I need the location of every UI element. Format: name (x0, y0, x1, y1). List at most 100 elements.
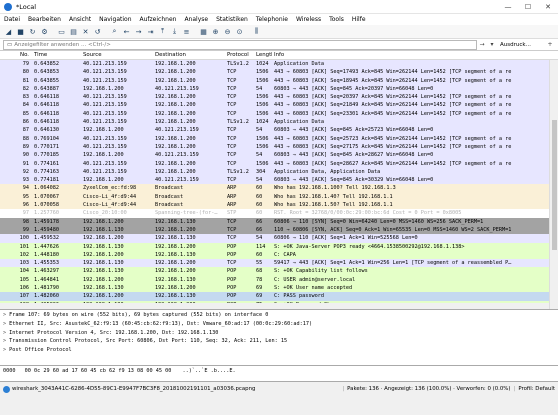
expand-arrow-icon[interactable]: > (3, 312, 6, 318)
menu-bearbeiten[interactable]: Bearbeiten (28, 16, 61, 23)
open-folder-icon[interactable]: ▭ (56, 27, 67, 37)
menu-wireless[interactable]: Wireless (296, 16, 321, 23)
packet-row[interactable]: 88 0.769104 40.121.213.159 192.168.1.200 TCP… (0, 134, 558, 143)
menu-ansicht[interactable]: Ansicht (69, 16, 91, 23)
back-icon[interactable]: ← (121, 27, 132, 37)
packet-no: 85 (22, 110, 29, 117)
menu-statistiken[interactable]: Statistiken (216, 16, 248, 23)
packet-row[interactable]: 91 0.774161 40.121.213.159 192.168.1.200 TCP… (0, 159, 558, 168)
menu-telephonie[interactable]: Telephonie (256, 16, 288, 23)
capture-status-icon[interactable] (3, 385, 10, 393)
col-header-length[interactable]: Length (254, 51, 272, 59)
find-icon[interactable]: ⌕ (109, 27, 120, 37)
packet-row[interactable]: 101 1.447626 192.168.1.130 192.168.1.200 POP… (0, 242, 558, 251)
shark-fin-icon[interactable]: ◢ (3, 27, 14, 37)
save-icon[interactable]: ▤ (68, 27, 79, 37)
packet-row[interactable]: 94 1.064082 ZyxelCom_ec:fd:98 Broadcast ARP 6… (0, 184, 558, 193)
packet-row[interactable]: 89 0.770171 40.121.213.159 192.168.1.200 TCP… (0, 142, 558, 152)
add-filter-button[interactable]: + (545, 41, 555, 48)
menu-aufzeichnen[interactable]: Aufzeichnen (140, 16, 177, 23)
restart-icon[interactable]: ↻ (27, 27, 38, 37)
options-gear-icon[interactable]: ⚙ (39, 27, 50, 37)
apply-filter-icon[interactable]: → (477, 41, 487, 48)
packet-row[interactable]: 103 1.455353 192.168.1.130 192.168.1.200 TCP… (0, 259, 558, 268)
bytes-ascii[interactable]: ..)`..`E .b....E. (183, 368, 236, 374)
close-window-icon[interactable]: ✕ (538, 3, 558, 11)
packet-row[interactable]: 87 0.646130 192.168.1.200 40.121.213.159 TCP… (0, 126, 558, 135)
packet-row[interactable]: 1091.496065192.168.1.200192.168.1.130POP… (0, 308, 558, 309)
menu-tools[interactable]: Tools (329, 16, 344, 23)
menu-bar: Datei Bearbeiten Ansicht Navigation Aufz… (0, 14, 558, 25)
detail-tree-item[interactable]: > Ethernet II, Src: AsustekC_62:f9:13 (60… (0, 320, 558, 329)
packet-row[interactable]: 80 0.643853 40.121.213.159 192.168.1.200 TCP… (0, 68, 558, 77)
expand-arrow-icon[interactable]: > (3, 321, 6, 327)
reload-icon[interactable]: ↺ (92, 27, 103, 37)
packet-row[interactable]: 82 0.643887 192.168.1.200 40.121.213.159 TCP… (0, 84, 558, 94)
packet-row[interactable]: 106 1.481790 192.168.1.130 192.168.1.200 POP… (0, 284, 558, 293)
detail-tree-item[interactable]: > Frame 107: 69 bytes on wire (552 bits),… (0, 311, 558, 320)
menu-hilfe[interactable]: Hilfe (352, 16, 366, 23)
packet-row[interactable]: 81 0.643855 40.121.213.159 192.168.1.200 TCP… (0, 76, 558, 85)
packet-row[interactable]: 99 1.459480 192.168.1.130 192.168.1.200 TCP 6… (0, 225, 558, 235)
maximize-icon[interactable]: ☐ (518, 3, 538, 11)
packet-row[interactable]: 79 0.643852 40.121.213.159 192.168.1.200 TLS… (0, 60, 558, 69)
detail-tree-item[interactable]: > Transmission Control Protocol, Src Port… (0, 337, 558, 346)
expand-arrow-icon[interactable]: > (3, 338, 6, 344)
packet-row[interactable]: 102 1.448180 192.168.1.200 192.168.1.130 POP… (0, 250, 558, 260)
packet-row[interactable]: 92 0.774163 40.121.213.159 192.168.1.200 TLS… (0, 167, 558, 177)
bytes-hex[interactable]: 00 0c 29 60 ad 17 60 45 cb 62 f9 13 08 0… (25, 368, 172, 374)
colorize-icon[interactable]: ▦ (198, 27, 209, 37)
menu-datei[interactable]: Datei (4, 16, 20, 23)
packet-row[interactable]: 96 1.070058 Cisco-Li_4f:d9:44 Broadcast ARP 6… (0, 201, 558, 210)
packet-row[interactable]: 100 1.459532 192.168.1.200 192.168.1.130 TCP… (0, 234, 558, 243)
packet-row[interactable]: 83 0.646118 40.121.213.159 192.168.1.200 TCP… (0, 93, 558, 102)
packet-row[interactable]: 93 0.774181 192.168.1.200 40.121.213.159 TCP… (0, 176, 558, 185)
minimize-icon[interactable]: — (498, 3, 518, 11)
packet-row[interactable]: 86 0.646118 40.121.213.159 192.168.1.200 TLS… (0, 118, 558, 127)
packet-row[interactable]: 84 0.646118 40.121.213.159 192.168.1.200 TCP… (0, 101, 558, 110)
status-profile[interactable]: Profil: Default (518, 386, 555, 392)
goto-icon[interactable]: ⇥ (145, 27, 156, 37)
col-header-info[interactable]: Info (272, 51, 558, 59)
col-header-time[interactable]: Time (32, 51, 81, 59)
detail-tree-item[interactable]: > Internet Protocol Version 4, Src: 192.1… (0, 329, 558, 338)
packet-row[interactable]: 90 0.770185 192.168.1.200 40.121.213.159 TCP… (0, 151, 558, 160)
bookmark-icon[interactable]: ▭ (7, 42, 12, 48)
packet-row[interactable]: 107 1.482060 192.168.1.200 192.168.1.130 POP… (0, 292, 558, 301)
stop-icon[interactable]: ■ (15, 27, 26, 37)
col-header-destination[interactable]: Destination (153, 51, 225, 59)
display-filter-input[interactable]: ▭ Anzeigefilter anwenden ... <Ctrl-/> (3, 39, 477, 50)
menu-navigation[interactable]: Navigation (99, 16, 131, 23)
menu-analyse[interactable]: Analyse (184, 16, 208, 23)
detail-tree-item[interactable]: > Post Office Protocol (0, 346, 558, 355)
packet-row[interactable]: 95 1.070067 Cisco-Li_4f:d9:44 Broadcast ARP 6… (0, 192, 558, 202)
col-header-protocol[interactable]: Protocol (225, 51, 254, 59)
expand-arrow-icon[interactable]: > (3, 330, 6, 336)
first-icon[interactable]: ⤒ (157, 27, 168, 37)
zoom-in-icon[interactable]: ⊕ (210, 27, 221, 37)
packet-time: 0.643852 (34, 61, 59, 67)
resize-columns-icon[interactable]: ⫼ (251, 27, 262, 37)
autoscroll-icon[interactable]: ≡ (181, 27, 192, 37)
packet-source: 192.168.1.130 (83, 268, 124, 275)
packet-bytes: 0000 00 0c 29 60 ad 17 60 45 cb 62 f9 13… (0, 366, 558, 382)
close-file-icon[interactable]: ✕ (80, 27, 91, 37)
last-icon[interactable]: ⤓ (169, 27, 180, 37)
zoom-out-icon[interactable]: ⊖ (222, 27, 233, 37)
col-header-no[interactable]: No. (0, 51, 32, 59)
col-header-source[interactable]: Source (81, 51, 153, 59)
packet-row[interactable]: 85 0.646118 40.121.213.159 192.168.1.200 TCP… (0, 109, 558, 119)
packet-row[interactable]: 97 1.257760 Cisco_20:10:00 Spanning-tree-(f… (0, 209, 558, 218)
packet-list-vscroll[interactable] (549, 60, 558, 309)
packet-row[interactable]: 98 1.459178 192.168.1.200 192.168.1.130 TCP 6… (0, 217, 558, 226)
scroll-thumb[interactable] (552, 120, 557, 250)
packet-row[interactable]: 104 1.463297 192.168.1.130 192.168.1.200 POP… (0, 267, 558, 276)
packet-protocol: TCP (227, 77, 237, 84)
expand-arrow-icon[interactable]: > (3, 347, 6, 353)
filter-dropdown-icon[interactable]: ▾ (487, 41, 497, 48)
packet-row[interactable]: 105 1.464841 192.168.1.200 192.168.1.130 POP… (0, 275, 558, 285)
forward-icon[interactable]: → (133, 27, 144, 37)
zoom-reset-icon[interactable]: ⊙ (234, 27, 245, 37)
expression-button[interactable]: Ausdruck… (497, 42, 545, 48)
packet-list-hscroll[interactable] (0, 303, 549, 309)
